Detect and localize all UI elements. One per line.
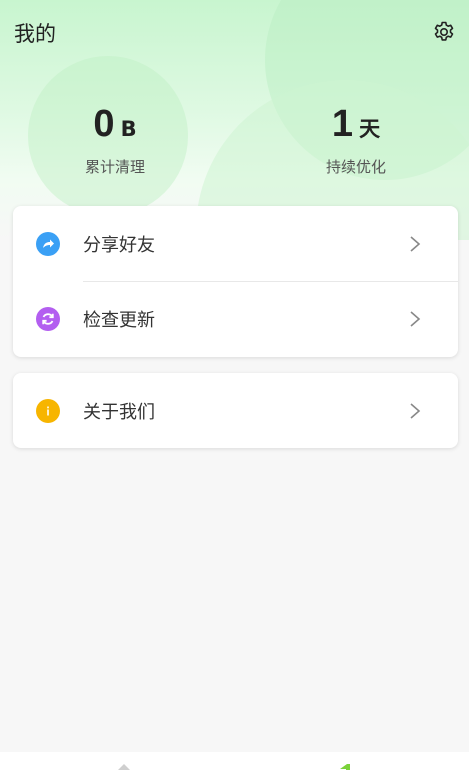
stat-cleaned: 0 B 累计清理 bbox=[15, 100, 215, 177]
stat-days: 1 天 持续优化 bbox=[256, 100, 456, 177]
about-us-label: 关于我们 bbox=[83, 401, 155, 423]
mine-icon[interactable] bbox=[338, 763, 352, 770]
stat-label: 持续优化 bbox=[325, 158, 386, 176]
stat-value: 0 bbox=[93, 103, 115, 145]
check-update-label: 检查更新 bbox=[83, 309, 155, 331]
stat-unit: B bbox=[120, 117, 137, 141]
share-friends-item[interactable]: 分享好友 bbox=[13, 206, 458, 281]
stat-label: 累计清理 bbox=[84, 158, 145, 176]
refresh-icon bbox=[36, 306, 60, 331]
settings-button[interactable] bbox=[430, 18, 458, 46]
about-us-item[interactable]: 关于我们 bbox=[13, 373, 458, 448]
chevron-right-icon bbox=[410, 402, 421, 419]
home-icon[interactable] bbox=[117, 763, 131, 770]
menu-card: 关于我们 bbox=[13, 373, 458, 448]
share-friends-label: 分享好友 bbox=[83, 234, 155, 256]
gear-icon bbox=[434, 21, 454, 41]
stat-value: 1 bbox=[331, 103, 354, 145]
stat-unit: 天 bbox=[359, 117, 381, 141]
info-icon bbox=[36, 398, 60, 423]
chevron-right-icon bbox=[410, 310, 421, 327]
bottom-tab-bar bbox=[0, 752, 469, 770]
share-icon bbox=[36, 231, 60, 256]
check-update-item[interactable]: 检查更新 bbox=[13, 281, 458, 356]
menu-card: 分享好友 检查更新 bbox=[13, 206, 458, 357]
page-title: 我的 bbox=[14, 22, 56, 46]
chevron-right-icon bbox=[410, 235, 421, 252]
